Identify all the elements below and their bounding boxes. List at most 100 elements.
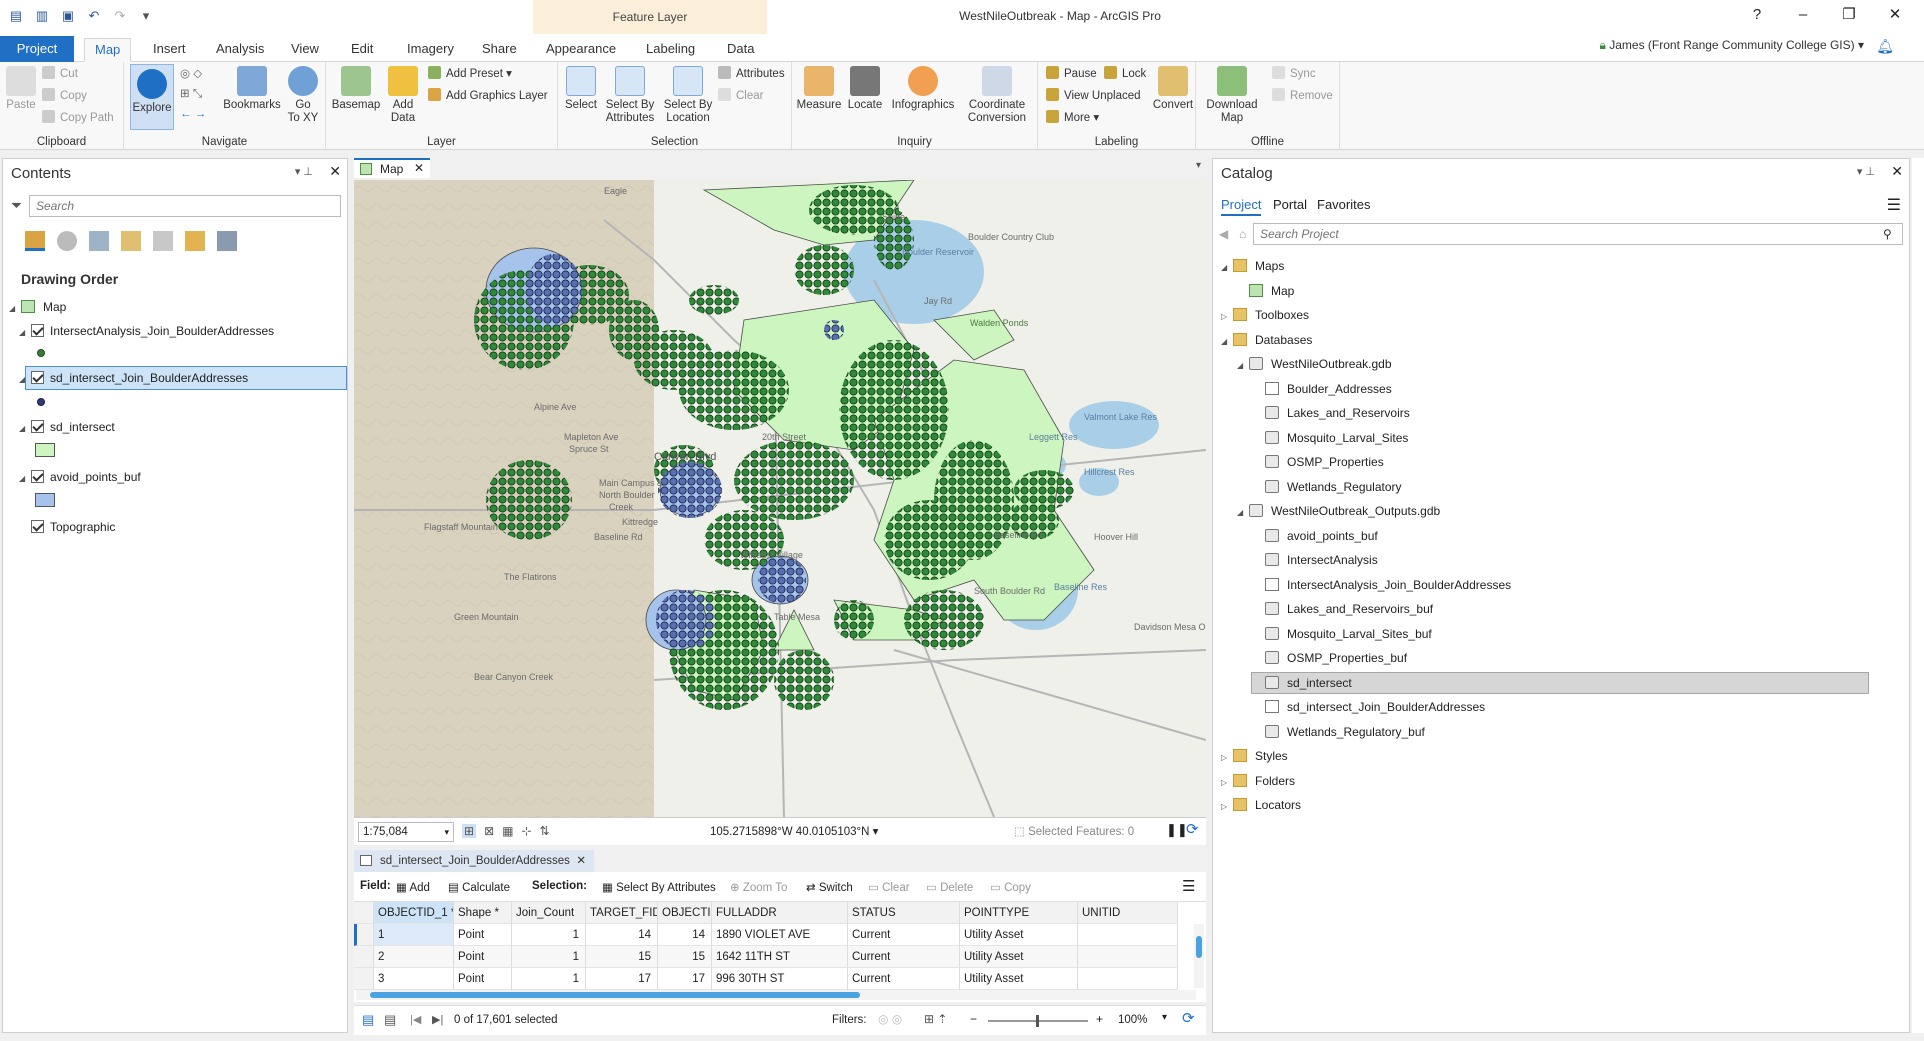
layer-topographic[interactable]: Topographic (31, 517, 115, 537)
correction-tool-icon[interactable]: ⇅ (540, 824, 550, 838)
show-selected-records-icon[interactable]: ▤ (384, 1012, 396, 1028)
close-button[interactable]: ✕ (1872, 0, 1918, 32)
table-cell[interactable]: Utility Asset (960, 946, 1078, 968)
basemap-button[interactable]: Basemap (330, 66, 382, 112)
select-by-location-button[interactable]: Select By Location (660, 66, 716, 125)
table-cell[interactable]: 1 (512, 946, 586, 968)
layer-intersectanalysis-join[interactable]: ◢ IntersectAnalysis_Join_BoulderAddresses (19, 321, 274, 341)
scrollbar-thumb[interactable] (370, 992, 860, 998)
catalog-item[interactable]: ▷ Folders (1221, 770, 1295, 792)
tab-map[interactable]: Map (84, 38, 132, 62)
column-header[interactable]: TARGET_FID (586, 902, 658, 924)
tab-analysis[interactable]: Analysis (206, 38, 274, 62)
catalog-item[interactable]: OSMP_Properties (1253, 451, 1384, 473)
list-by-snapping-icon[interactable] (153, 231, 173, 251)
coordinate-conversion-button[interactable]: Coordinate Conversion (960, 66, 1034, 125)
map-canvas[interactable]: Eagle Spine Boulder Reservoir Boulder Co… (354, 180, 1206, 817)
view-unplaced-button[interactable]: View Unplaced (1046, 88, 1141, 104)
catalog-item[interactable]: sd_intersect (1251, 671, 1869, 694)
save-project-icon[interactable]: ▣ (60, 8, 76, 24)
catalog-item[interactable]: ▷ Toolboxes (1221, 304, 1309, 326)
catalog-item[interactable]: Wetlands_Regulatory_buf (1253, 721, 1425, 743)
expand-icon[interactable]: ▷ (1221, 796, 1233, 818)
tab-imagery[interactable]: Imagery (397, 38, 464, 62)
catalog-tab-portal[interactable]: Portal (1273, 197, 1307, 212)
list-by-editing-icon[interactable] (121, 231, 141, 251)
layer-symbol-polygon[interactable] (35, 443, 55, 457)
copy-button[interactable]: Copy (42, 88, 87, 104)
show-all-records-icon[interactable]: ▤ (362, 1012, 374, 1028)
row-selector-header[interactable] (354, 902, 374, 924)
expand-icon[interactable]: ▷ (1221, 772, 1233, 794)
layer-sd-intersect-join[interactable]: ◢ sd_intersect_Join_BoulderAddresses (19, 368, 248, 388)
clear-selection-button[interactable]: Clear (718, 88, 763, 104)
table-options-menu-icon[interactable]: ☰ (1182, 877, 1195, 895)
layout-tool-icon[interactable]: ⊠ (484, 824, 494, 838)
catalog-item[interactable]: ◢ Maps (1221, 255, 1284, 277)
table-cell[interactable] (1078, 968, 1178, 990)
table-cell[interactable]: 1 (512, 924, 586, 946)
copy-path-button[interactable]: Copy Path (42, 110, 114, 126)
pane-options-icon[interactable]: ▾ ⊥ (295, 165, 313, 178)
undo-icon[interactable]: ↶ (86, 8, 102, 24)
attribute-table-tab[interactable]: sd_intersect_Join_BoulderAddresses ✕ (354, 850, 594, 872)
catalog-item[interactable]: ▷ Styles (1221, 745, 1288, 767)
collapse-icon[interactable]: ◢ (1237, 355, 1249, 377)
select-by-attributes-table-button[interactable]: ▦ Select By Attributes (602, 880, 716, 894)
zoom-to-button[interactable]: ⊕ Zoom To (730, 880, 787, 894)
signed-in-user[interactable]: 🔒︎ James (Front Range Community College … (1600, 38, 1865, 53)
copy-table-button[interactable]: ▭ Copy (990, 880, 1031, 894)
layer-symbol-point[interactable] (37, 349, 45, 357)
table-cell[interactable]: Point (454, 968, 512, 990)
last-record-icon[interactable]: ▶| (432, 1013, 443, 1026)
table-cell[interactable]: Utility Asset (960, 968, 1078, 990)
table-cell[interactable]: 17 (586, 968, 658, 990)
remove-button[interactable]: Remove (1272, 88, 1333, 104)
column-header[interactable]: OBJECTID (658, 902, 712, 924)
layer-symbol-polygon[interactable] (35, 493, 55, 507)
layer-sd-intersect[interactable]: ◢ sd_intersect (19, 417, 115, 437)
table-cell[interactable]: 1642 11TH ST (712, 946, 848, 968)
tab-view[interactable]: View (281, 38, 329, 62)
delete-button[interactable]: ▭ Delete (926, 880, 973, 894)
maximize-button[interactable]: ❐ (1826, 0, 1872, 32)
catalog-item[interactable]: ◢ WestNileOutbreak_Outputs.gdb (1237, 500, 1440, 522)
tab-appearance[interactable]: Appearance (536, 38, 626, 62)
table-cell[interactable] (1078, 924, 1178, 946)
calculate-field-button[interactable]: ▤ Calculate (448, 880, 510, 894)
table-cell[interactable]: Current (848, 946, 960, 968)
measure-button[interactable]: Measure (796, 66, 842, 112)
table-tool-icon[interactable]: ▦ (502, 824, 513, 838)
column-header[interactable]: OBJECTID_1 * (374, 902, 454, 924)
map-view-tab[interactable]: Map ✕ (354, 158, 430, 178)
pane-options-icon[interactable]: ▾ ⊥ (1857, 165, 1875, 178)
row-selector[interactable] (354, 968, 374, 990)
more-labeling-button[interactable]: More ▾ (1046, 110, 1099, 126)
scale-dropdown[interactable]: 1:75,084 ▾ (358, 822, 454, 842)
table-cell[interactable]: Point (454, 946, 512, 968)
collapse-icon[interactable]: ◢ (1237, 502, 1249, 524)
table-cell[interactable]: Current (848, 924, 960, 946)
previous-next-extent[interactable]: ← → (180, 106, 206, 122)
back-icon[interactable]: ◀ (1219, 227, 1228, 241)
scrollbar-thumb[interactable] (1196, 936, 1202, 958)
select-button[interactable]: Select (562, 66, 600, 112)
lock-labels-button[interactable]: Lock (1104, 66, 1146, 82)
catalog-item[interactable]: sd_intersect_Join_BoulderAddresses (1253, 696, 1485, 718)
column-header[interactable]: Join_Count (512, 902, 586, 924)
add-graphics-layer-button[interactable]: Add Graphics Layer (428, 88, 548, 104)
clear-selection-table-button[interactable]: ▭ Clear (868, 880, 910, 894)
catalog-item[interactable]: OSMP_Properties_buf (1253, 647, 1407, 669)
catalog-item[interactable]: IntersectAnalysis (1253, 549, 1378, 571)
locate-button[interactable]: Locate (844, 66, 886, 112)
infographics-button[interactable]: Infographics (888, 66, 958, 112)
catalog-item[interactable]: ▷ Locators (1221, 794, 1301, 816)
expand-icon[interactable]: ▷ (1221, 747, 1233, 769)
catalog-item[interactable]: Boulder_Addresses (1253, 378, 1392, 400)
table-cell[interactable]: 996 30TH ST (712, 968, 848, 990)
tab-insert[interactable]: Insert (143, 38, 196, 62)
attributes-button[interactable]: Attributes (718, 66, 785, 82)
bookmarks-button[interactable]: Bookmarks (222, 66, 282, 112)
pause-drawing-icon[interactable]: ❚❚ (1166, 822, 1188, 838)
visibility-checkbox[interactable] (31, 470, 44, 483)
